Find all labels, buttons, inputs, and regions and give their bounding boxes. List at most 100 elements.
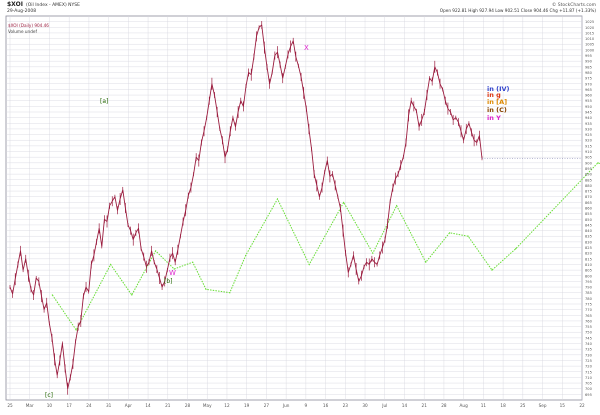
y-tick-label: 850	[585, 218, 593, 222]
x-tick-label: 12	[224, 403, 230, 408]
x-tick-label: 19	[244, 403, 250, 408]
x-tick-label: Jun	[282, 403, 290, 408]
y-tick-label: 920	[585, 139, 593, 143]
x-tick-label: 30	[362, 403, 368, 408]
y-tick-label: 900	[585, 161, 593, 165]
wave-vertex	[491, 269, 493, 271]
y-tick-label: 740	[585, 342, 593, 346]
y-tick-label: 890	[585, 173, 593, 177]
y-tick-label: 855	[585, 212, 592, 216]
y-tick-label: 945	[585, 111, 592, 115]
wave-label-b: [b]	[164, 278, 173, 285]
x-tick-label: May	[203, 403, 212, 408]
y-tick-label: 825	[585, 246, 592, 250]
x-tick-label: 28	[185, 403, 191, 408]
x-tick-label: Sep	[539, 403, 547, 408]
wave-vertex	[205, 288, 207, 290]
x-tick-label: 16	[323, 403, 329, 408]
wave-vertex	[229, 292, 231, 294]
y-tick-label: 875	[585, 190, 592, 194]
y-tick-label: 830	[585, 240, 593, 244]
x-tick-label: Mar	[26, 403, 34, 408]
y-tick-label: 870	[585, 195, 593, 199]
y-tick-label: 1000	[585, 48, 595, 52]
wave-vertex	[110, 263, 112, 266]
wave-vertex	[131, 294, 133, 296]
y-tick-label: 780	[585, 297, 593, 301]
chart-date: 29-Aug-2008	[7, 8, 36, 14]
wave-label-a: [a]	[100, 98, 108, 105]
wave-vertex	[448, 232, 451, 234]
y-tick-label: 800	[585, 274, 593, 278]
y-tick-label: 865	[585, 201, 592, 205]
x-tick-label: 11	[481, 403, 487, 408]
y-tick-label: 840	[585, 229, 593, 233]
y-tick-label: 730	[585, 353, 593, 357]
wave-vertex	[425, 261, 427, 263]
wave-vertex	[308, 263, 310, 266]
y-tick-label: 705	[585, 382, 592, 386]
y-tick-label: 1005	[585, 43, 594, 47]
chart: 695 700 705 710 715 720 725 730 735 740 745 750 755 7…	[0, 0, 600, 411]
y-tick-label: 975	[585, 77, 592, 81]
x-tick-label: 27	[264, 403, 270, 408]
y-tick-label: 935	[585, 122, 592, 126]
y-tick-label: 970	[585, 82, 593, 86]
y-tick-label: 700	[585, 387, 593, 391]
chart-symbol: $XOI	[7, 1, 23, 8]
y-tick-label: 755	[585, 325, 592, 329]
y-tick-label: 810	[585, 263, 593, 267]
y-tick-label: 940	[585, 116, 593, 120]
x-tick-label: 24	[86, 403, 92, 408]
y-tick-label: 805	[585, 269, 592, 273]
y-tick-label: 695	[585, 393, 592, 397]
x-tick-label: 23	[343, 403, 349, 408]
y-tick-label: 885	[585, 178, 592, 182]
x-tick-label: 22	[579, 403, 585, 408]
wave-vertex	[155, 250, 157, 252]
x-tick-label: 25	[7, 403, 13, 408]
y-tick-label: 745	[585, 336, 592, 340]
y-tick-label: 880	[585, 184, 593, 188]
annotation-x: X	[304, 44, 309, 52]
y-tick-label: 995	[585, 54, 592, 58]
x-tick-label: 17	[67, 403, 73, 408]
y-tick-label: 1015	[585, 31, 594, 35]
y-tick-label: 720	[585, 365, 593, 369]
x-tick-label: Jul	[381, 403, 387, 408]
y-tick-label: 790	[585, 286, 593, 290]
y-tick-label: 950	[585, 105, 593, 109]
wave-vertex	[192, 261, 194, 263]
y-tick-label: 725	[585, 359, 592, 363]
wave-vertex	[597, 162, 599, 164]
y-tick-label: 910	[585, 150, 593, 154]
index-name: (Oil Index - AMEX) NYSE	[26, 2, 80, 8]
legend-volume: Volume undef	[8, 29, 37, 34]
wave-vertex	[396, 205, 398, 207]
y-tick-label: 860	[585, 207, 593, 211]
count-label-c: in (C)	[487, 106, 507, 114]
y-tick-label: 925	[585, 133, 592, 137]
wave-vertex	[372, 252, 374, 254]
x-tick-label: 25	[520, 403, 526, 408]
x-tick-label: 21	[422, 403, 428, 408]
y-tick-label: 785	[585, 291, 592, 295]
wave-vertex	[515, 248, 517, 250]
x-tick-label: Apr	[125, 403, 133, 408]
y-tick-label: 960	[585, 94, 593, 98]
y-tick-label: 795	[585, 280, 592, 284]
y-tick-label: 1010	[585, 37, 595, 41]
y-tick-label: 775	[585, 303, 592, 307]
wave-label-c: [c]	[45, 392, 53, 399]
x-tick-label: 15	[560, 403, 566, 408]
x-tick-label: 10	[47, 403, 53, 408]
y-tick-label: 845	[585, 223, 592, 227]
wave-vertex	[276, 198, 279, 200]
y-tick-label: 955	[585, 99, 592, 103]
count-label-a: in [A]	[487, 98, 507, 106]
y-tick-label: 765	[585, 314, 592, 318]
annotation-w: W	[169, 269, 176, 277]
y-tick-label: 710	[585, 376, 593, 380]
y-tick-label: 835	[585, 235, 592, 239]
x-tick-label: 14	[402, 403, 408, 408]
